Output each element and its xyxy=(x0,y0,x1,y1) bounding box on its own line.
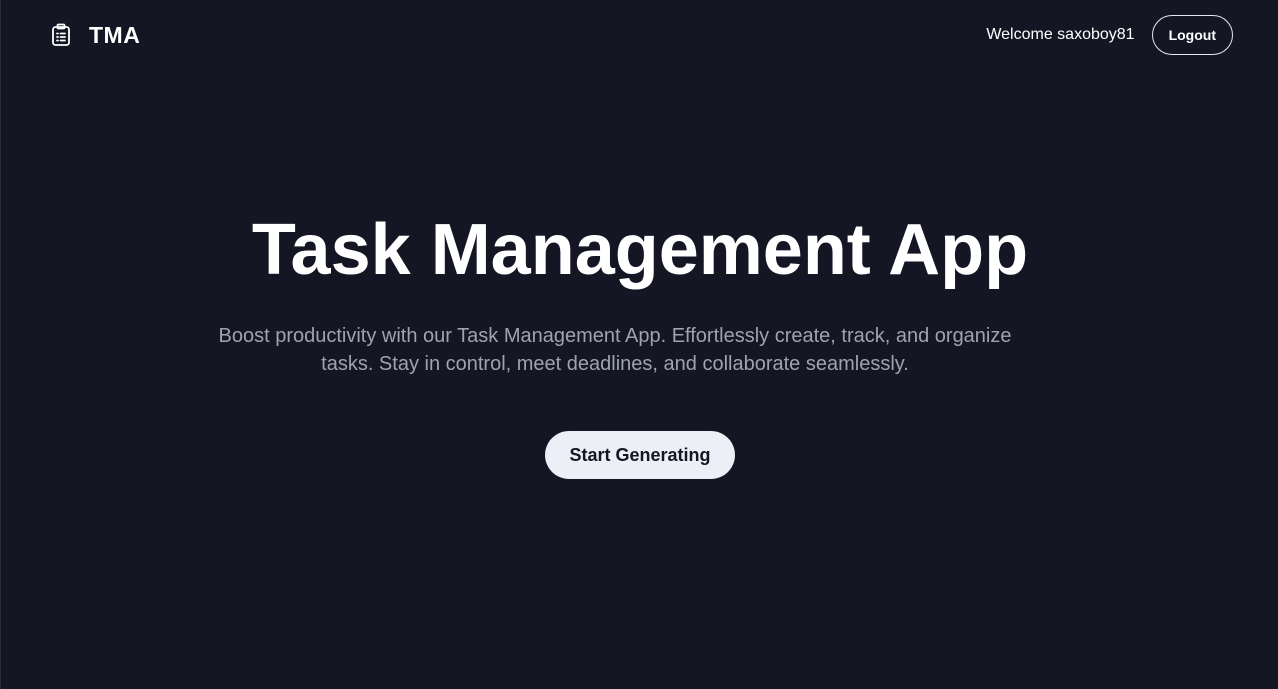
welcome-message: Welcome saxoboy81 xyxy=(986,26,1135,43)
top-navbar: TMA Welcome saxoboy81 Logout xyxy=(1,0,1278,70)
page: TMA Welcome saxoboy81 Logout Task Manage… xyxy=(0,0,1278,689)
hero-section: Task Management App Boost productivity w… xyxy=(1,200,1278,479)
brand-logo-link[interactable]: TMA xyxy=(51,22,140,48)
logout-button[interactable]: Logout xyxy=(1151,15,1233,55)
user-area: Welcome saxoboy81 Logout xyxy=(986,15,1233,55)
hero-description: Boost productivity with our Task Managem… xyxy=(218,325,1012,375)
clipboard-list-icon xyxy=(51,23,71,47)
start-generating-button[interactable]: Start Generating xyxy=(545,431,735,479)
brand-name: TMA xyxy=(89,22,141,48)
hero-title: Task Management App xyxy=(251,210,1029,290)
